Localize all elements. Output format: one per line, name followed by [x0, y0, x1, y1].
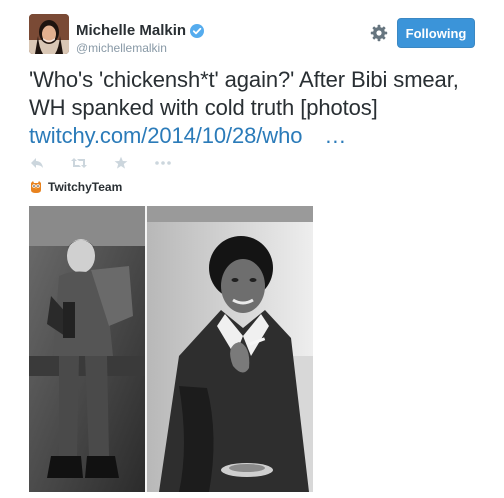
tweet-line-2: WH spanked with cold truth [photos] — [29, 95, 378, 120]
tweet-link[interactable]: twitchy.com/2014/10/28/who — [29, 123, 302, 148]
tweet-photo-image — [29, 206, 313, 492]
tweet-text: 'Who's 'chickensh*t' again?' After Bibi … — [29, 66, 499, 150]
owl-icon — [29, 180, 43, 194]
more-icon[interactable] — [154, 156, 172, 170]
tweet-link-line: twitchy.com/2014/10/28/who … — [29, 122, 499, 150]
tweet-link-ellipsis[interactable]: … — [324, 123, 346, 148]
user-name[interactable]: Michelle Malkin — [76, 22, 205, 39]
gear-icon[interactable] — [370, 24, 388, 42]
user-name-text[interactable]: Michelle Malkin — [76, 22, 186, 39]
following-button[interactable]: Following — [397, 18, 475, 48]
avatar-image — [29, 14, 69, 54]
tweet-line-1: 'Who's 'chickensh*t' again?' After Bibi … — [29, 67, 459, 92]
favorite-icon[interactable] — [114, 156, 128, 170]
via-attribution[interactable]: TwitchyTeam — [29, 180, 122, 194]
tweet-photo[interactable] — [29, 206, 313, 492]
retweet-icon[interactable] — [70, 156, 88, 170]
reply-icon[interactable] — [30, 156, 44, 170]
avatar[interactable] — [29, 14, 69, 54]
user-handle[interactable]: @michellemalkin — [76, 41, 167, 55]
via-label[interactable]: TwitchyTeam — [48, 180, 122, 194]
verified-badge-icon — [190, 23, 205, 38]
